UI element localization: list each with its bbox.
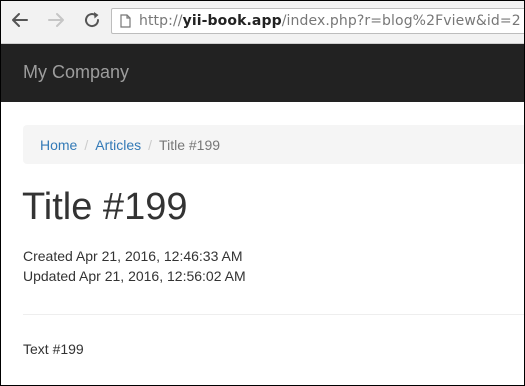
breadcrumb-separator: / [148, 136, 153, 153]
content-divider [23, 314, 524, 315]
url-scheme: http:// [139, 13, 183, 29]
created-timestamp: Created Apr 21, 2016, 12:46:33 AM [23, 248, 243, 264]
back-arrow-icon [12, 13, 28, 27]
reload-icon [85, 12, 100, 28]
breadcrumb: Home / Articles / Title #199 [23, 125, 524, 164]
url-text: http://yii-book.app/index.php?r=blog%2Fv… [139, 13, 521, 29]
brand-link[interactable]: My Company [23, 62, 129, 83]
article-body: Text #199 [23, 341, 84, 357]
breadcrumb-home-link[interactable]: Home [40, 137, 77, 153]
browser-toolbar: http://yii-book.app/index.php?r=blog%2Fv… [1, 1, 524, 44]
url-host: yii-book.app [182, 13, 282, 29]
page-icon [120, 14, 131, 28]
page-title: Title #199 [22, 186, 188, 228]
back-button[interactable] [9, 9, 31, 31]
breadcrumb-articles-link[interactable]: Articles [95, 137, 141, 153]
breadcrumb-current: Title #199 [159, 136, 221, 153]
reload-button[interactable] [81, 9, 103, 31]
forward-button[interactable] [45, 9, 67, 31]
site-navbar: My Company [1, 44, 524, 102]
browser-window: http://yii-book.app/index.php?r=blog%2Fv… [0, 0, 525, 386]
forward-arrow-icon [48, 13, 64, 27]
breadcrumb-separator: / [84, 136, 89, 153]
url-path: /index.php?r=blog%2Fview&id=2 [281, 13, 521, 29]
updated-timestamp: Updated Apr 21, 2016, 12:56:02 AM [23, 268, 246, 284]
address-bar[interactable]: http://yii-book.app/index.php?r=blog%2Fv… [111, 8, 524, 34]
